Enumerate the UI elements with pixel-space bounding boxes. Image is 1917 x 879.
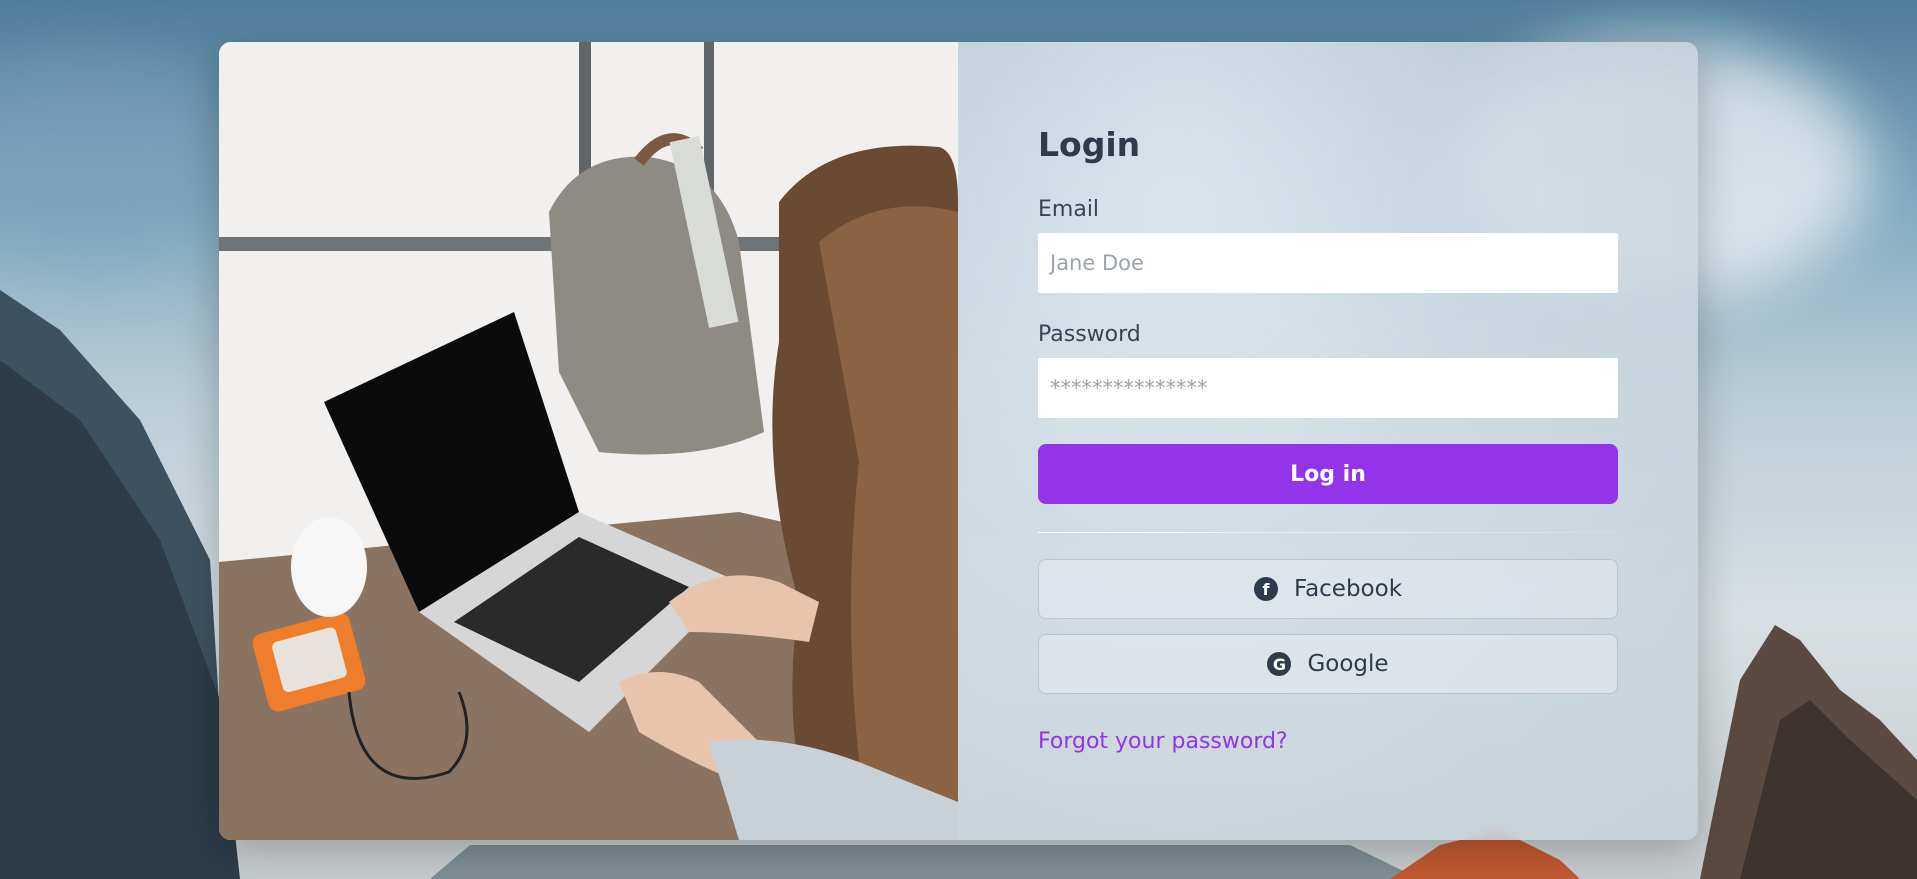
login-card: [219, 42, 1698, 840]
email-field[interactable]: Jane Doe: [1038, 233, 1618, 293]
workspace-photo: [219, 42, 958, 840]
workspace-illustration: [219, 42, 958, 840]
facebook-label: Facebook: [1293, 576, 1403, 602]
google-login-button[interactable]: G Google: [1038, 634, 1618, 694]
facebook-login-button[interactable]: f Facebook: [1038, 559, 1618, 619]
login-form-panel: [958, 42, 1698, 840]
google-icon: G: [1267, 652, 1292, 676]
google-label: Google: [1307, 651, 1389, 677]
password-field[interactable]: ***************: [1038, 358, 1618, 418]
password-placeholder: ***************: [1050, 376, 1208, 400]
login-button-label: Log in: [1290, 461, 1366, 487]
facebook-icon: f: [1253, 577, 1278, 601]
login-button[interactable]: Log in: [1038, 444, 1618, 504]
email-placeholder: Jane Doe: [1050, 251, 1144, 275]
forgot-password-link[interactable]: Forgot your password?: [1038, 729, 1288, 754]
